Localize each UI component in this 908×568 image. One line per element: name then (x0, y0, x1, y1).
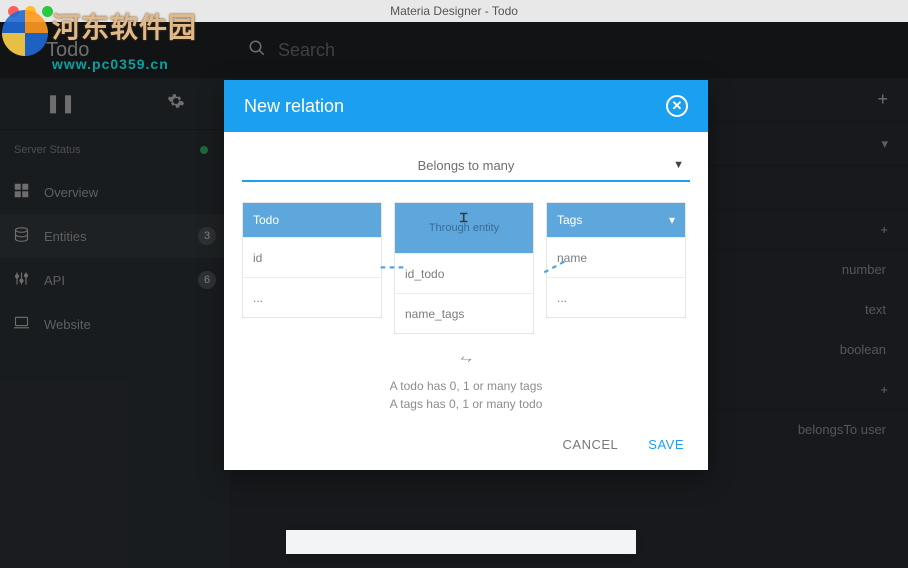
swap-direction-button[interactable]: ⥊ (242, 350, 690, 367)
through-entity-header[interactable]: Ꮖ Through entity (395, 203, 533, 253)
target-entity-card: Tags ▾ name ... (546, 202, 686, 318)
new-relation-modal: New relation ✕ Belongs to many ▼ - - - -… (224, 80, 708, 470)
desc-line-1: A todo has 0, 1 or many tags (242, 377, 690, 395)
entity-field-row[interactable]: ... (243, 277, 381, 317)
dropdown-caret-icon: ▾ (669, 213, 675, 227)
entity-field-row[interactable]: name_tags (395, 293, 533, 333)
relation-type-select[interactable]: Belongs to many ▼ (242, 150, 690, 182)
entity-field-row[interactable]: id_todo (395, 253, 533, 293)
window-title: Materia Designer - Todo (0, 4, 908, 18)
relation-type-value: Belongs to many (418, 158, 515, 173)
cancel-button[interactable]: CANCEL (563, 437, 619, 452)
modal-actions: CANCEL SAVE (224, 419, 708, 470)
source-entity-header: Todo (243, 203, 381, 237)
source-entity-title: Todo (253, 213, 279, 227)
desc-line-2: A tags has 0, 1 or many todo (242, 395, 690, 413)
entity-field-row[interactable]: id (243, 237, 381, 277)
dropdown-caret-icon: ▼ (673, 159, 684, 171)
save-button[interactable]: SAVE (648, 437, 684, 452)
close-modal-button[interactable]: ✕ (666, 95, 688, 117)
background-card-shadow (286, 530, 636, 554)
target-entity-select[interactable]: Tags ▾ (547, 203, 685, 237)
through-entity-card: Ꮖ Through entity id_todo name_tags (394, 202, 534, 334)
source-entity-card: Todo id ... (242, 202, 382, 318)
window-titlebar: Materia Designer - Todo (0, 0, 908, 22)
text-cursor-icon: Ꮖ (460, 211, 468, 226)
relation-description: A todo has 0, 1 or many tags A tags has … (242, 377, 690, 413)
entity-field-row[interactable]: ... (547, 277, 685, 317)
modal-title: New relation (244, 96, 344, 117)
target-entity-title: Tags (557, 213, 582, 227)
relation-cards: - - - - - - Todo id ... Ꮖ Through entity… (242, 202, 690, 334)
relation-connector-icon: - - - (380, 256, 403, 277)
entity-field-row[interactable]: name (547, 237, 685, 277)
modal-header: New relation ✕ (224, 80, 708, 132)
